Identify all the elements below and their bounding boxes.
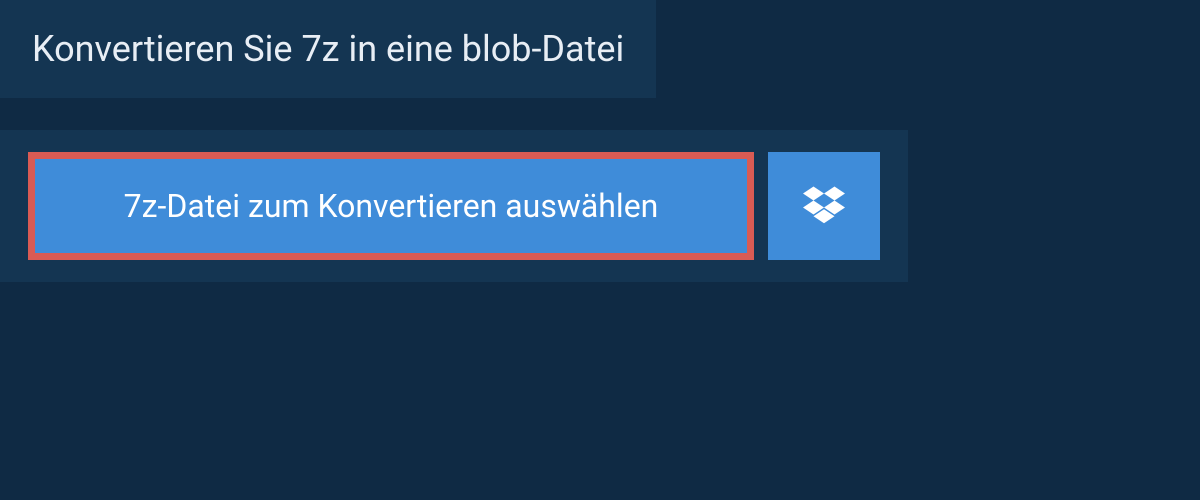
dropbox-icon [803, 183, 845, 229]
page-header: Konvertieren Sie 7z in eine blob-Datei [0, 0, 656, 98]
choose-file-label: 7z-Datei zum Konvertieren auswählen [124, 187, 659, 225]
page-title: Konvertieren Sie 7z in eine blob-Datei [32, 28, 624, 70]
choose-file-button[interactable]: 7z-Datei zum Konvertieren auswählen [28, 152, 754, 260]
upload-panel: 7z-Datei zum Konvertieren auswählen [0, 130, 908, 282]
dropbox-button[interactable] [768, 152, 880, 260]
